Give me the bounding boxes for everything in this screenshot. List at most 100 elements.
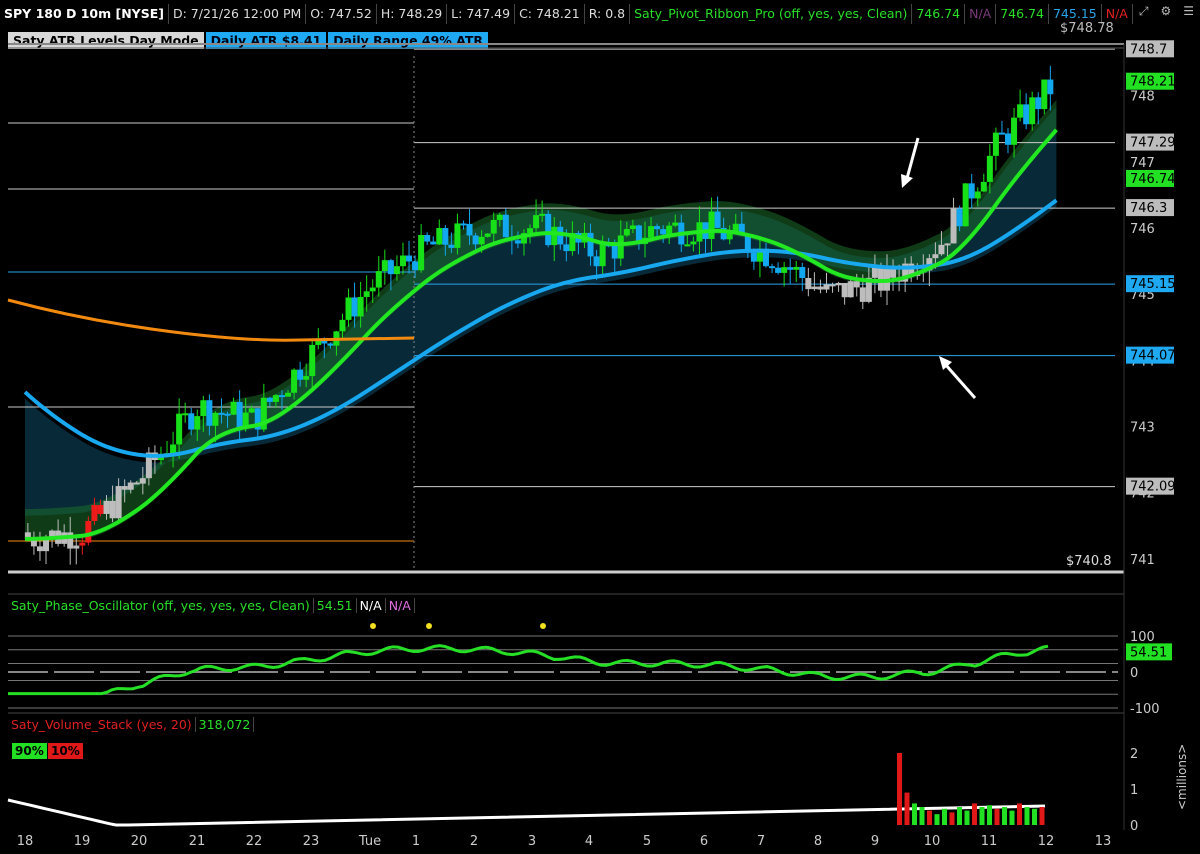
candle-body bbox=[932, 254, 939, 259]
volume-bar bbox=[1024, 807, 1030, 825]
volume-stack: 2 1 0 <millions> bbox=[7, 744, 1189, 834]
ema-lines bbox=[7, 128, 1058, 541]
level-label-box bbox=[1126, 72, 1174, 90]
candle-body bbox=[744, 235, 751, 253]
candle-body bbox=[696, 222, 703, 242]
level-label: 746.3 bbox=[1130, 201, 1167, 216]
price-tick: 744 bbox=[1130, 354, 1155, 369]
candle-body bbox=[1035, 97, 1042, 110]
candle-body bbox=[157, 453, 164, 461]
candle-body bbox=[484, 233, 491, 237]
candle-body bbox=[1017, 104, 1024, 118]
time-tick: 13 bbox=[1095, 834, 1112, 849]
candle-body bbox=[829, 284, 836, 287]
time-tick: 3 bbox=[528, 834, 536, 849]
candle-body bbox=[466, 223, 473, 236]
level-label: 746.74 bbox=[1130, 172, 1176, 187]
ribbon-study-label[interactable]: Saty_Pivot_Ribbon_Pro (off, yes, yes, Cl… bbox=[630, 4, 913, 24]
candle-body bbox=[230, 401, 237, 415]
candle-body bbox=[896, 277, 903, 282]
candle-body bbox=[575, 232, 582, 243]
osc-axis-tick: 100 bbox=[1130, 630, 1155, 645]
candle-body bbox=[992, 132, 999, 156]
volume-bar bbox=[934, 814, 940, 825]
candle-body bbox=[883, 265, 890, 291]
candle-body bbox=[635, 225, 642, 244]
volume-bar bbox=[897, 753, 902, 825]
candle-body bbox=[36, 546, 43, 552]
candle-body bbox=[617, 235, 624, 259]
candle-body bbox=[581, 232, 588, 243]
candle-body bbox=[726, 231, 733, 240]
candle-body bbox=[339, 319, 346, 332]
arrow-up bbox=[943, 363, 977, 399]
time-axis: 18 19 20 21 22 23 Tue 1 2 3 4 5 6 7 8 9 10 11 12 13 bbox=[17, 834, 1112, 849]
candle-body bbox=[393, 266, 400, 275]
time-tick: 11 bbox=[981, 834, 998, 849]
candle-body bbox=[629, 225, 636, 230]
candle-body bbox=[363, 291, 370, 297]
volume-bar bbox=[957, 807, 962, 825]
candle-body bbox=[611, 245, 618, 259]
atr-badges: Saty ATR Levels Day Mode Daily ATR $8.41 D… bbox=[8, 32, 490, 49]
candle-body bbox=[309, 344, 316, 377]
candle-body bbox=[61, 532, 68, 544]
level-label: 748.21 bbox=[1130, 75, 1176, 90]
settings-icon[interactable]: ⚙ bbox=[1160, 4, 1171, 18]
level-label: 742.09 bbox=[1130, 480, 1176, 495]
candle-body bbox=[660, 229, 667, 235]
level-label-box bbox=[1126, 477, 1174, 495]
volume-bar bbox=[1002, 807, 1007, 825]
candle-body bbox=[799, 266, 806, 279]
symbol-label[interactable]: SPY 180 D 10m [NYSE] bbox=[0, 4, 169, 24]
candle-body bbox=[605, 244, 612, 247]
candle-body bbox=[750, 252, 757, 262]
atr-levels bbox=[8, 48, 1115, 570]
candle-body bbox=[514, 240, 521, 244]
ema-fast-line bbox=[24, 128, 1058, 541]
candle-body bbox=[563, 244, 570, 252]
oscillator-na-2: N/A bbox=[386, 598, 415, 613]
candle-body bbox=[859, 287, 866, 302]
price-tick: 748 bbox=[1130, 90, 1155, 105]
annotation-arrows bbox=[901, 137, 977, 399]
candle-body bbox=[641, 237, 648, 244]
candle-body bbox=[30, 538, 37, 547]
candle-body bbox=[387, 260, 394, 275]
volume-title-bar: Saty_Volume_Stack (yes, 20) 318,072 bbox=[8, 717, 255, 732]
volume-bar bbox=[942, 808, 947, 825]
candle-body bbox=[672, 222, 679, 226]
level-label: 747.29 bbox=[1130, 136, 1176, 151]
time-tick: 20 bbox=[131, 834, 148, 849]
level-label-box bbox=[1126, 199, 1174, 217]
menu-icon[interactable]: ☰ bbox=[1183, 4, 1194, 18]
candle-body bbox=[285, 392, 292, 397]
candle-body bbox=[732, 223, 739, 232]
candle-body bbox=[109, 500, 116, 519]
candle-body bbox=[182, 413, 189, 416]
oscillator-title[interactable]: Saty_Phase_Oscillator (off, yes, yes, ye… bbox=[8, 598, 314, 613]
volume-title[interactable]: Saty_Volume_Stack (yes, 20) bbox=[8, 717, 196, 732]
time-tick: 8 bbox=[814, 834, 822, 849]
candle-body bbox=[442, 228, 449, 245]
expand-icon[interactable]: ⤢ bbox=[1139, 4, 1149, 18]
osc-dot bbox=[540, 623, 546, 629]
bar-low: L: 747.49 bbox=[447, 4, 516, 24]
time-tick: 12 bbox=[1038, 834, 1055, 849]
arrow-up-head bbox=[939, 356, 952, 370]
price-tick: 741 bbox=[1130, 553, 1155, 568]
candle-body bbox=[24, 532, 31, 539]
candle-body bbox=[557, 226, 564, 245]
level-label-box bbox=[1126, 133, 1174, 151]
bar-open: O: 747.52 bbox=[306, 4, 377, 24]
candle-body bbox=[684, 244, 691, 247]
candle-body bbox=[127, 482, 134, 490]
osc-dot bbox=[426, 623, 432, 629]
candle-body bbox=[472, 235, 479, 245]
candle-body bbox=[43, 539, 50, 552]
volume-bar bbox=[1009, 810, 1015, 825]
osc-line bbox=[8, 644, 1049, 696]
candle-body bbox=[769, 266, 776, 269]
vol-axis-tick: 0 bbox=[1130, 819, 1138, 834]
time-tick: 22 bbox=[246, 834, 263, 849]
